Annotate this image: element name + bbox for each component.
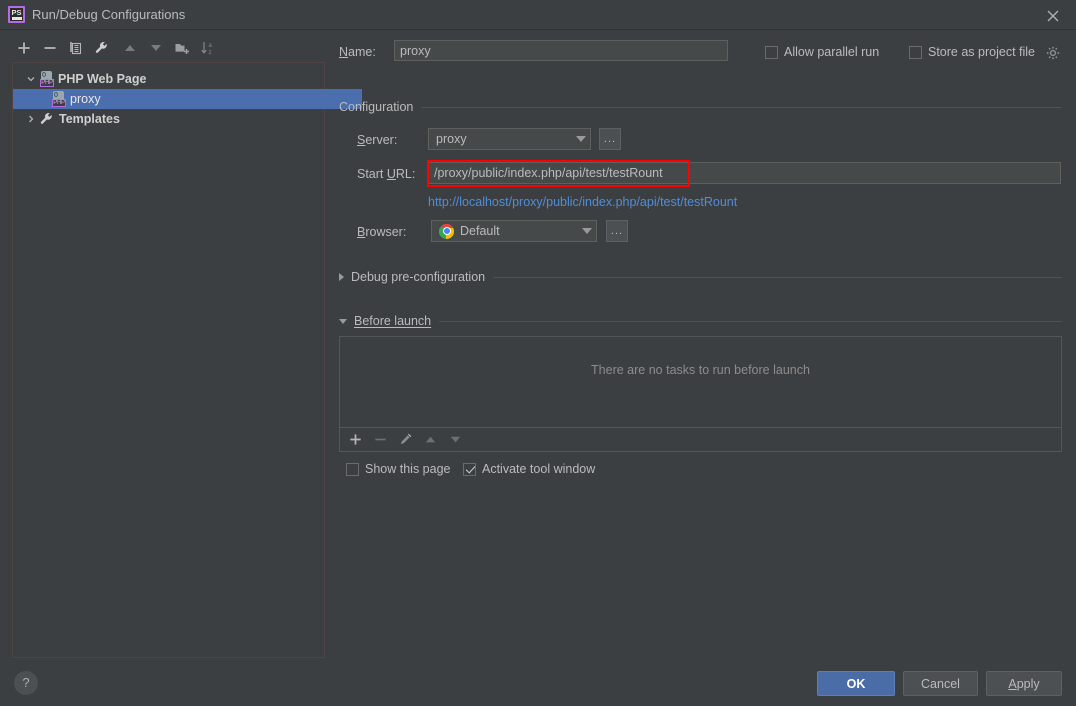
server-label: Server: <box>357 133 397 147</box>
edit-templates-button[interactable] <box>90 36 114 60</box>
tree-item-php-web-page[interactable]: PHP PHP Web Page <box>13 69 334 89</box>
php-web-page-icon: PHP <box>39 71 55 87</box>
activate-tool-window-checkbox[interactable]: Activate tool window <box>463 462 595 476</box>
store-as-project-file-label: Store as project file <box>928 45 1035 59</box>
browser-label: Browser: <box>357 225 406 239</box>
cancel-button[interactable]: Cancel <box>903 671 978 696</box>
start-url-input[interactable] <box>428 162 1061 184</box>
ok-button[interactable]: OK <box>817 671 895 696</box>
tree-item-label: Templates <box>59 112 120 126</box>
checkbox-box[interactable] <box>346 463 359 476</box>
phpstorm-icon: PS <box>8 6 25 23</box>
copy-configuration-button[interactable] <box>64 36 88 60</box>
checkbox-box[interactable] <box>463 463 476 476</box>
remove-task-button <box>369 429 393 451</box>
move-up-button[interactable] <box>118 36 142 60</box>
before-launch-task-list[interactable]: There are no tasks to run before launch <box>339 336 1062 428</box>
before-launch-section-header[interactable]: Before launch <box>339 314 1062 328</box>
add-task-button[interactable] <box>344 429 368 451</box>
server-browse-button[interactable]: ... <box>599 128 621 150</box>
browser-combobox[interactable]: Default <box>431 220 597 242</box>
sort-configurations-button[interactable]: a z <box>196 36 220 60</box>
apply-button[interactable]: Apply <box>986 671 1062 696</box>
svg-text:a: a <box>209 43 213 49</box>
move-into-folder-button[interactable] <box>170 36 194 60</box>
chevron-down-icon[interactable] <box>23 74 39 84</box>
server-value: proxy <box>436 132 467 146</box>
start-url-preview-link[interactable]: http://localhost/proxy/public/index.php/… <box>428 195 737 209</box>
svg-text:z: z <box>209 50 212 56</box>
task-move-up-button <box>419 429 443 451</box>
close-icon[interactable] <box>1038 3 1068 27</box>
help-button[interactable]: ? <box>14 671 38 695</box>
chevron-right-icon[interactable] <box>23 114 39 124</box>
show-this-page-checkbox[interactable]: Show this page <box>346 462 450 476</box>
checkbox-box[interactable] <box>909 46 922 59</box>
section-divider <box>493 277 1062 278</box>
before-launch-empty-message: There are no tasks to run before launch <box>340 363 1061 377</box>
move-down-button[interactable] <box>144 36 168 60</box>
debug-preconfiguration-section-header[interactable]: Debug pre-configuration <box>339 270 1062 284</box>
tree-item-label: proxy <box>70 92 101 106</box>
tree-item-proxy[interactable]: PHP proxy <box>13 89 362 109</box>
configuration-section-title: Configuration <box>339 100 413 114</box>
debug-preconfiguration-title: Debug pre-configuration <box>351 270 485 284</box>
task-move-down-button <box>444 429 468 451</box>
tree-item-templates[interactable]: Templates <box>13 109 334 129</box>
browser-value: Default <box>460 224 500 238</box>
server-combobox[interactable]: proxy <box>428 128 591 150</box>
php-web-page-icon: PHP <box>51 91 67 107</box>
before-launch-title: Before launch <box>354 314 431 328</box>
chevron-right-icon[interactable] <box>339 273 344 281</box>
chevron-down-icon <box>582 228 592 234</box>
remove-configuration-button[interactable] <box>38 36 62 60</box>
chrome-icon <box>439 224 454 239</box>
title-bar: PS Run/Debug Configurations <box>0 0 1076 30</box>
configuration-section-header: Configuration <box>339 100 1062 114</box>
allow-parallel-run-label: Allow parallel run <box>784 45 879 59</box>
chevron-down-icon <box>576 136 586 142</box>
configurations-toolbar: a z <box>12 36 328 60</box>
show-this-page-label: Show this page <box>365 462 450 476</box>
chevron-down-icon[interactable] <box>339 319 347 324</box>
name-label: Name: <box>339 45 376 59</box>
wrench-icon <box>39 111 55 127</box>
checkbox-box[interactable] <box>765 46 778 59</box>
edit-task-button <box>394 429 418 451</box>
tree-item-label: PHP Web Page <box>58 72 146 86</box>
configurations-tree[interactable]: PHP PHP Web Page PHP proxy Templates <box>12 62 325 658</box>
allow-parallel-run-checkbox[interactable]: Allow parallel run <box>765 45 879 59</box>
add-configuration-button[interactable] <box>12 36 36 60</box>
section-divider <box>421 107 1062 108</box>
start-url-label: Start URL: <box>357 167 415 181</box>
name-input[interactable] <box>394 40 728 61</box>
before-launch-toolbar <box>339 428 1062 452</box>
section-divider <box>439 321 1062 322</box>
store-as-project-file-checkbox[interactable]: Store as project file <box>909 45 1035 59</box>
window-title: Run/Debug Configurations <box>32 7 185 22</box>
gear-icon[interactable] <box>1046 46 1060 63</box>
activate-tool-window-label: Activate tool window <box>482 462 595 476</box>
browser-browse-button[interactable]: ... <box>606 220 628 242</box>
